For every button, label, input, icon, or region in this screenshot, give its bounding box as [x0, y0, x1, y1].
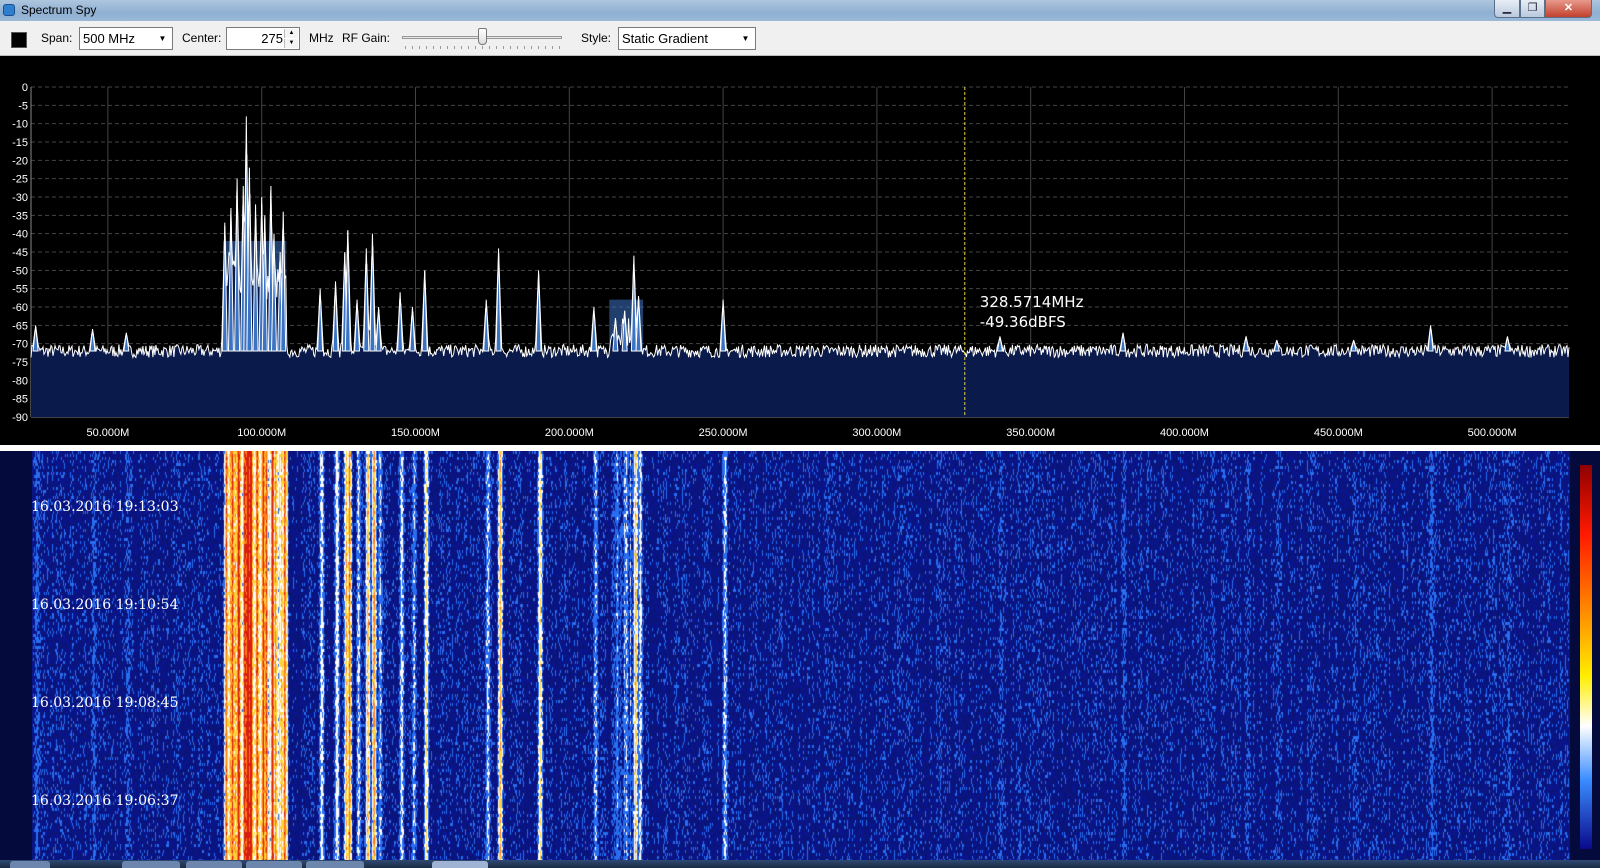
y-tick-label: -15	[12, 137, 28, 149]
taskbar-item[interactable]	[306, 861, 364, 868]
y-tick-label: -20	[12, 155, 28, 167]
cursor-frequency: 328.5714MHz	[980, 293, 1084, 311]
waterfall-timestamp: 16.03.2016 19:06:37	[31, 793, 179, 809]
x-tick-label: 250.000M	[699, 427, 748, 439]
y-tick-label: -30	[12, 192, 28, 204]
spectrum-chart[interactable]: 0 -5 -10 -15 -20 -25 -30 -35 -40 -45 -50 -55 -60 -65 -…	[0, 57, 1600, 445]
y-tick-label: -35	[12, 210, 28, 222]
spin-down-icon[interactable]: ▼	[284, 39, 298, 48]
cursor-level: -49.36dBFS	[980, 313, 1066, 331]
chevron-down-icon: ▼	[158, 34, 167, 43]
x-tick-label: 450.000M	[1314, 427, 1363, 439]
waterfall-timestamp: 16.03.2016 19:08:45	[31, 695, 179, 711]
taskbar	[0, 860, 1600, 868]
x-tick-label: 100.000M	[237, 427, 286, 439]
x-tick-label: 200.000M	[545, 427, 594, 439]
close-button[interactable]: ✕	[1545, 0, 1592, 18]
spectrum-panel[interactable]: 0 -5 -10 -15 -20 -25 -30 -35 -40 -45 -50 -55 -60 -65 -…	[0, 57, 1600, 445]
y-tick-label: -5	[18, 100, 28, 112]
waterfall-canvas[interactable]	[32, 451, 1570, 860]
y-tick-label: -70	[12, 339, 28, 351]
toolbar: Span: 500 MHz ▼ Center: ▲ ▼ MHz RF Gain:…	[0, 21, 1600, 56]
window-title: Spectrum Spy	[21, 3, 97, 17]
color-scale-legend	[1580, 465, 1592, 849]
minimize-button[interactable]: ▁	[1494, 0, 1520, 18]
title-bar: Spectrum Spy ▁ ❐ ✕	[0, 0, 1600, 21]
center-label: Center:	[182, 31, 222, 45]
style-dropdown[interactable]: Static Gradient ▼	[618, 27, 756, 50]
x-tick-label: 400.000M	[1160, 427, 1209, 439]
waterfall-timestamp: 16.03.2016 19:10:54	[31, 597, 179, 613]
taskbar-item[interactable]	[186, 861, 242, 868]
span-value: 500 MHz	[83, 31, 136, 46]
y-tick-label: 0	[22, 82, 28, 94]
taskbar-item[interactable]	[246, 861, 302, 868]
y-tick-label: -80	[12, 375, 28, 387]
center-unit-label: MHz	[309, 31, 334, 45]
y-tick-label: -50	[12, 265, 28, 277]
x-tick-label: 150.000M	[391, 427, 440, 439]
y-tick-label: -75	[12, 357, 28, 369]
app-icon	[3, 4, 15, 16]
style-value: Static Gradient	[622, 31, 708, 46]
center-input[interactable]	[229, 30, 283, 47]
span-dropdown[interactable]: 500 MHz ▼	[79, 27, 173, 50]
waterfall-timestamp: 16.03.2016 19:13:03	[31, 499, 179, 515]
y-axis: 0 -5 -10 -15 -20 -25 -30 -35 -40 -45 -50 -55 -60 -65 -…	[12, 82, 28, 424]
rf-gain-slider[interactable]	[402, 28, 564, 50]
rf-gain-label: RF Gain:	[342, 31, 391, 45]
style-label: Style:	[581, 31, 612, 45]
y-tick-label: -40	[12, 229, 28, 241]
y-tick-label: -45	[12, 247, 28, 259]
x-tick-label: 300.000M	[852, 427, 901, 439]
slider-thumb[interactable]	[478, 28, 487, 45]
y-tick-label: -90	[12, 412, 28, 424]
taskbar-item-active[interactable]	[432, 861, 488, 868]
y-tick-label: -10	[12, 119, 28, 131]
center-stepper[interactable]: ▲ ▼	[226, 27, 300, 50]
chevron-down-icon: ▼	[741, 34, 750, 43]
x-axis: 50.000M 100.000M 150.000M 200.000M 250.000M 3…	[86, 427, 1516, 439]
y-tick-label: -25	[12, 174, 28, 186]
waterfall-panel[interactable]: 16.03.2016 19:13:03 16.03.2016 19:10:54 …	[0, 451, 1600, 860]
y-tick-label: -60	[12, 302, 28, 314]
x-tick-label: 50.000M	[86, 427, 129, 439]
taskbar-start-button[interactable]	[10, 861, 50, 868]
y-tick-label: -55	[12, 284, 28, 296]
spin-up-icon[interactable]: ▲	[284, 29, 298, 38]
color-picker-button[interactable]	[11, 32, 27, 48]
slider-ticks	[405, 46, 561, 49]
x-tick-label: 350.000M	[1006, 427, 1055, 439]
x-tick-label: 500.000M	[1468, 427, 1517, 439]
y-tick-label: -85	[12, 394, 28, 406]
taskbar-item[interactable]	[122, 861, 180, 868]
y-tick-label: -65	[12, 320, 28, 332]
span-label: Span:	[41, 31, 73, 45]
maximize-button[interactable]: ❐	[1520, 0, 1545, 18]
